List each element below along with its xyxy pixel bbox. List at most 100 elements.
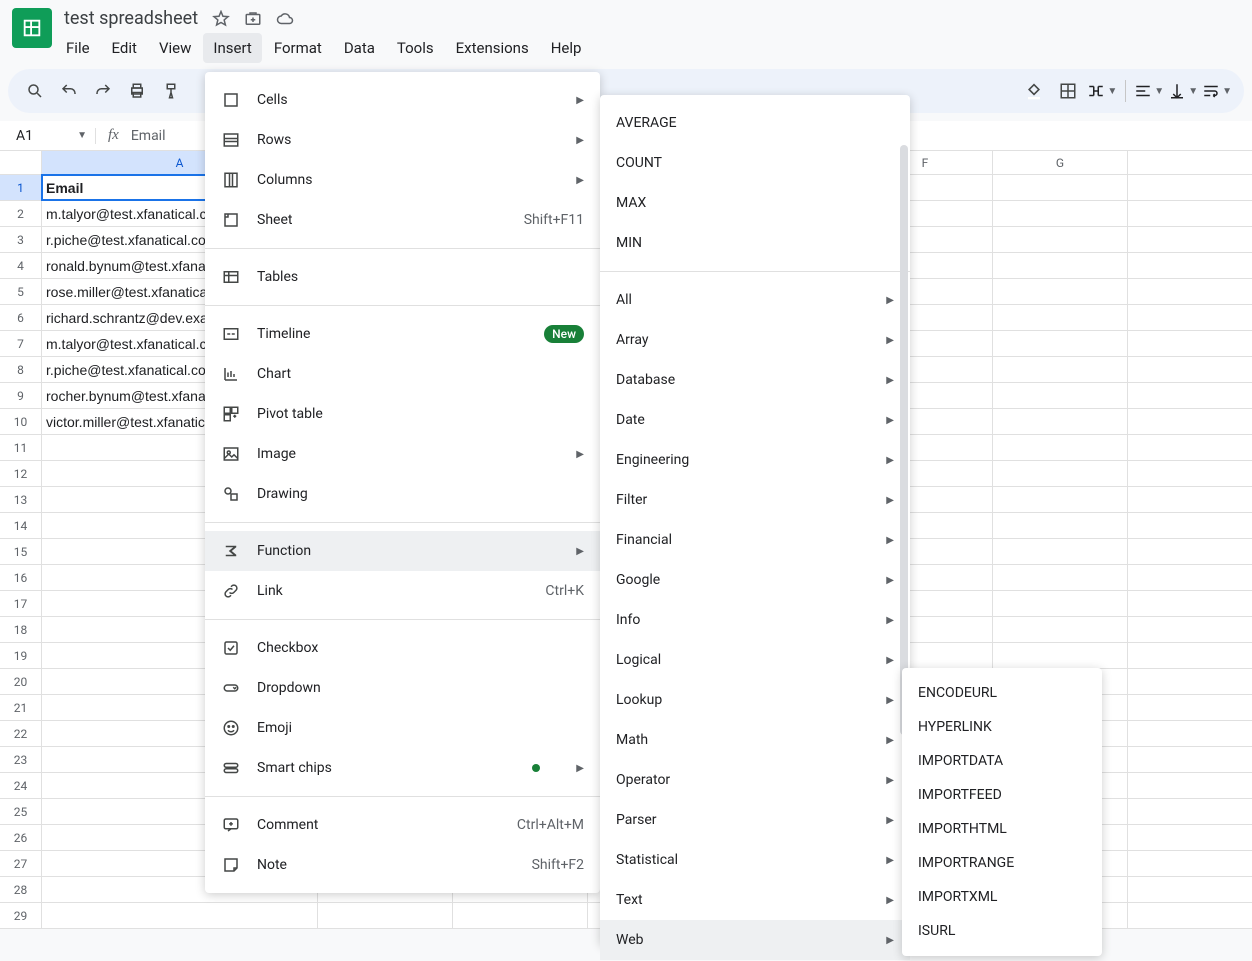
web-fn-importfeed[interactable]: IMPORTFEED	[902, 778, 1102, 812]
fn-cat-engineering[interactable]: Engineering▶	[600, 440, 910, 480]
row-header[interactable]: 5	[0, 279, 42, 304]
row-header[interactable]: 11	[0, 435, 42, 460]
row-header[interactable]: 10	[0, 409, 42, 434]
row-header[interactable]: 6	[0, 305, 42, 330]
fn-cat-operator[interactable]: Operator▶	[600, 760, 910, 800]
row-header[interactable]: 20	[0, 669, 42, 694]
cell[interactable]	[993, 357, 1128, 382]
select-all-corner[interactable]	[0, 151, 42, 174]
row-header[interactable]: 18	[0, 617, 42, 642]
cell[interactable]	[993, 617, 1128, 642]
merge-dropdown[interactable]: ▼	[1087, 82, 1117, 100]
row-header[interactable]: 19	[0, 643, 42, 668]
row-header[interactable]: 8	[0, 357, 42, 382]
insert-dropdown[interactable]: Dropdown	[205, 668, 600, 708]
row-header[interactable]: 17	[0, 591, 42, 616]
scrollbar[interactable]	[900, 145, 908, 735]
cell[interactable]	[993, 513, 1128, 538]
fn-cat-statistical[interactable]: Statistical▶	[600, 840, 910, 880]
cell[interactable]	[993, 409, 1128, 434]
insert-pivot-table[interactable]: Pivot table	[205, 394, 600, 434]
cell[interactable]	[993, 591, 1128, 616]
web-fn-importxml[interactable]: IMPORTXML	[902, 880, 1102, 914]
cell[interactable]	[993, 487, 1128, 512]
row-header[interactable]: 28	[0, 877, 42, 902]
insert-cells[interactable]: Cells▶	[205, 80, 600, 120]
fn-cat-google[interactable]: Google▶	[600, 560, 910, 600]
insert-timeline[interactable]: TimelineNew	[205, 314, 600, 354]
row-header[interactable]: 16	[0, 565, 42, 590]
move-icon[interactable]	[244, 10, 262, 28]
col-header-G[interactable]: G	[993, 151, 1128, 174]
fn-cat-logical[interactable]: Logical▶	[600, 640, 910, 680]
web-fn-importrange[interactable]: IMPORTRANGE	[902, 846, 1102, 880]
fn-min[interactable]: MIN	[600, 223, 910, 263]
cloud-icon[interactable]	[276, 10, 294, 28]
row-header[interactable]: 22	[0, 721, 42, 746]
cell[interactable]	[993, 383, 1128, 408]
menu-insert[interactable]: Insert	[203, 33, 261, 63]
insert-columns[interactable]: Columns▶	[205, 160, 600, 200]
document-title[interactable]: test spreadsheet	[64, 8, 198, 29]
cell[interactable]	[993, 175, 1128, 200]
menu-file[interactable]: File	[56, 33, 100, 63]
cell[interactable]	[993, 331, 1128, 356]
cell[interactable]	[42, 903, 318, 928]
paint-format-icon[interactable]	[156, 76, 186, 106]
cell[interactable]	[453, 903, 588, 928]
cell[interactable]	[993, 253, 1128, 278]
menu-extensions[interactable]: Extensions	[446, 33, 539, 63]
search-icon[interactable]	[20, 76, 50, 106]
insert-rows[interactable]: Rows▶	[205, 120, 600, 160]
web-fn-hyperlink[interactable]: HYPERLINK	[902, 710, 1102, 744]
row-header[interactable]: 2	[0, 201, 42, 226]
fn-cat-array[interactable]: Array▶	[600, 320, 910, 360]
web-fn-encodeurl[interactable]: ENCODEURL	[902, 676, 1102, 710]
menu-view[interactable]: View	[149, 33, 201, 63]
insert-chart[interactable]: Chart	[205, 354, 600, 394]
row-header[interactable]: 15	[0, 539, 42, 564]
cell[interactable]	[993, 201, 1128, 226]
fn-cat-financial[interactable]: Financial▶	[600, 520, 910, 560]
cell[interactable]	[993, 227, 1128, 252]
cell[interactable]	[993, 539, 1128, 564]
row-header[interactable]: 27	[0, 851, 42, 876]
fn-count[interactable]: COUNT	[600, 143, 910, 183]
insert-emoji[interactable]: Emoji	[205, 708, 600, 748]
insert-drawing[interactable]: Drawing	[205, 474, 600, 514]
row-header[interactable]: 7	[0, 331, 42, 356]
row-header[interactable]: 3	[0, 227, 42, 252]
row-header[interactable]: 26	[0, 825, 42, 850]
row-header[interactable]: 29	[0, 903, 42, 928]
cell[interactable]	[993, 435, 1128, 460]
cell[interactable]	[993, 565, 1128, 590]
web-fn-isurl[interactable]: ISURL	[902, 914, 1102, 948]
cell[interactable]	[318, 903, 453, 928]
row-header[interactable]: 9	[0, 383, 42, 408]
insert-sheet[interactable]: SheetShift+F11	[205, 200, 600, 240]
cell[interactable]	[993, 279, 1128, 304]
fn-cat-web[interactable]: Web▶	[600, 920, 910, 960]
cell[interactable]	[993, 305, 1128, 330]
fn-cat-info[interactable]: Info▶	[600, 600, 910, 640]
borders-icon[interactable]	[1053, 76, 1083, 106]
menu-data[interactable]: Data	[334, 33, 385, 63]
fill-color-icon[interactable]	[1019, 76, 1049, 106]
redo-icon[interactable]	[88, 76, 118, 106]
menu-help[interactable]: Help	[541, 33, 592, 63]
undo-icon[interactable]	[54, 76, 84, 106]
row-header[interactable]: 24	[0, 773, 42, 798]
valign-dropdown[interactable]: ▼	[1168, 82, 1198, 100]
insert-link[interactable]: LinkCtrl+K	[205, 571, 600, 611]
menu-format[interactable]: Format	[264, 33, 332, 63]
row-header[interactable]: 25	[0, 799, 42, 824]
insert-checkbox[interactable]: Checkbox	[205, 628, 600, 668]
fn-max[interactable]: MAX	[600, 183, 910, 223]
row-header[interactable]: 12	[0, 461, 42, 486]
web-fn-importhtml[interactable]: IMPORTHTML	[902, 812, 1102, 846]
insert-comment[interactable]: CommentCtrl+Alt+M	[205, 805, 600, 845]
wrap-dropdown[interactable]: ▼	[1202, 82, 1232, 100]
cell[interactable]	[993, 461, 1128, 486]
row-header[interactable]: 21	[0, 695, 42, 720]
insert-image[interactable]: Image▶	[205, 434, 600, 474]
